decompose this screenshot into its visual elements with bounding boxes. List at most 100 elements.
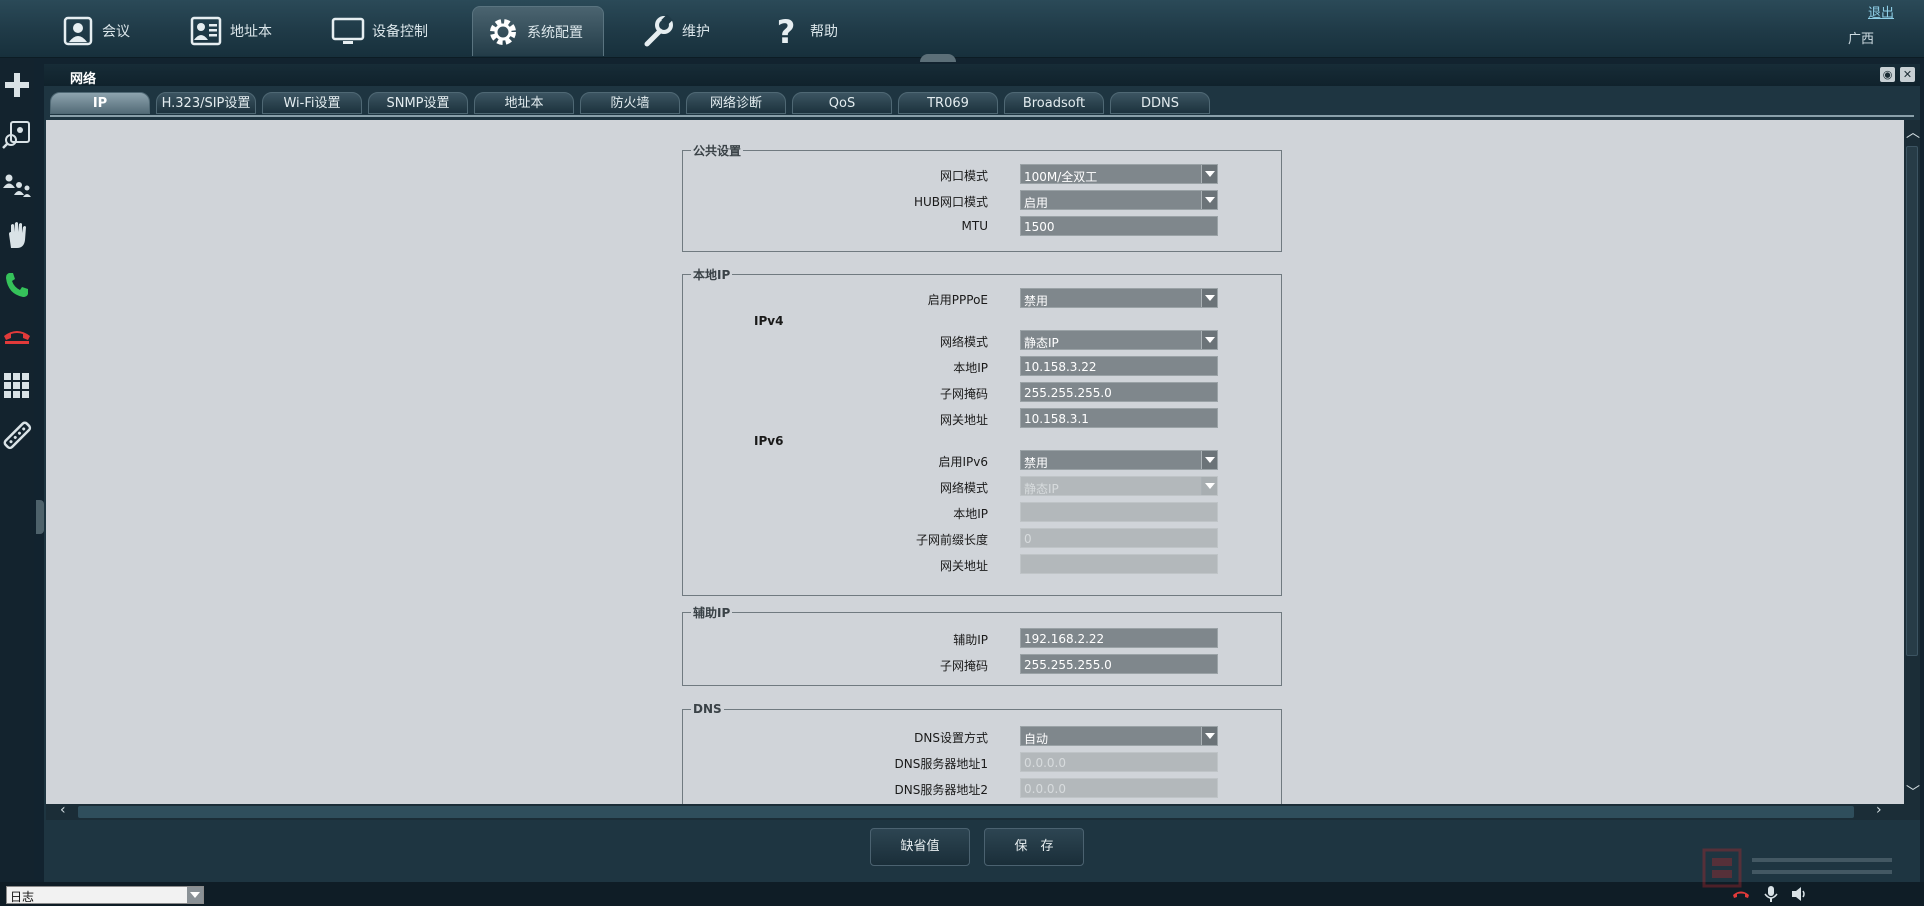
horizontal-scrollbar[interactable]: ‹ › <box>46 802 1920 820</box>
sidebar-collapse-handle[interactable] <box>36 500 44 534</box>
field-label: 子网掩码 <box>939 387 988 401</box>
field-label: 子网前缀长度 <box>915 533 988 547</box>
save-button[interactable]: 保 存 <box>984 828 1084 866</box>
scrollbar-thumb[interactable] <box>78 806 1854 818</box>
ipv4-ip-input[interactable]: 10.158.3.22 <box>1020 356 1218 376</box>
scroll-down-icon[interactable]: ﹀ <box>1906 782 1920 802</box>
sidebar-call-button[interactable] <box>2 268 32 302</box>
field-label: 辅助IP <box>953 633 988 647</box>
scroll-left-icon[interactable]: ‹ <box>60 802 66 818</box>
nav-item-address-book[interactable]: 地址本 <box>188 6 272 56</box>
ipv6-heading: IPv6 <box>754 434 784 448</box>
nav-item-system-config[interactable]: 系统配置 <box>472 6 604 56</box>
tab-address-book[interactable]: 地址本 <box>474 92 574 114</box>
group-legend: 辅助IP <box>693 606 731 620</box>
ipv6-enable-row: 启用IPv6 禁用 <box>728 450 1228 472</box>
hub-mode-select[interactable]: 启用 <box>1020 190 1218 210</box>
tab-network-diagnosis[interactable]: 网络诊断 <box>686 92 786 114</box>
monitor-icon <box>330 13 366 49</box>
status-bar: 日志 <box>0 882 1924 906</box>
group-legend: DNS <box>693 702 722 716</box>
aux-ip-input[interactable]: 192.168.2.22 <box>1020 628 1218 648</box>
ipv6-ip-input[interactable] <box>1020 502 1218 522</box>
mtu-input[interactable]: 1500 <box>1020 216 1218 236</box>
select-value: 禁用 <box>1024 456 1049 470</box>
dns-server1-input[interactable]: 0.0.0.0 <box>1020 752 1218 772</box>
nav-label: 系统配置 <box>527 24 583 41</box>
ipv6-mode-select[interactable]: 静态IP <box>1020 476 1218 496</box>
dns-mode-select[interactable]: 自动 <box>1020 726 1218 746</box>
aux-ip-row: 辅助IP 192.168.2.22 <box>728 628 1228 650</box>
tab-snmp[interactable]: SNMP设置 <box>368 92 468 114</box>
ipv6-enable-select[interactable]: 禁用 <box>1020 450 1218 470</box>
sidebar-raise-hand-button[interactable] <box>2 218 32 252</box>
chevron-down-icon <box>1201 331 1217 349</box>
tab-firewall[interactable]: 防火墙 <box>580 92 680 114</box>
nav-collapse-handle[interactable] <box>920 54 956 62</box>
panel-title: 网络 <box>44 64 1920 87</box>
port-mode-select[interactable]: 100M/全双工 <box>1020 164 1218 184</box>
tab-tr069[interactable]: TR069 <box>898 92 998 114</box>
ipv6-gateway-row: 网关地址 <box>728 554 1228 576</box>
ipv4-ip-row: 本地IP 10.158.3.22 <box>728 356 1228 378</box>
logout-link[interactable]: 退出 <box>1868 2 1894 21</box>
dns-server2-input[interactable]: 0.0.0.0 <box>1020 778 1218 798</box>
network-panel: 网络 ◉ ✕ IP H.323/SIP设置 Wi-Fi设置 SNMP设置 地址本… <box>44 64 1920 882</box>
field-label: HUB网口模式 <box>913 195 988 209</box>
ipv4-mask-input[interactable]: 255.255.255.0 <box>1020 382 1218 402</box>
gear-icon <box>485 14 521 50</box>
scroll-up-icon[interactable]: ︿ <box>1906 122 1920 142</box>
ipv4-gateway-input[interactable]: 10.158.3.1 <box>1020 408 1218 428</box>
tab-h323-sip[interactable]: H.323/SIP设置 <box>156 92 256 114</box>
nav-item-device-control[interactable]: 设备控制 <box>330 6 428 56</box>
tab-ip[interactable]: IP <box>50 92 150 114</box>
tab-wifi[interactable]: Wi-Fi设置 <box>262 92 362 114</box>
dns-mode-row: DNS设置方式 自动 <box>728 726 1228 748</box>
meeting-icon <box>60 13 96 49</box>
close-icon: ✕ <box>1902 68 1913 81</box>
chevron-down-icon <box>1201 477 1217 495</box>
ipv4-heading: IPv4 <box>754 314 784 328</box>
sidebar-group-button[interactable] <box>2 168 32 202</box>
tab-broadsoft[interactable]: Broadsoft <box>1004 92 1104 114</box>
tab-divider <box>50 115 1914 117</box>
aux-mask-input[interactable]: 255.255.255.0 <box>1020 654 1218 674</box>
phone-call-icon <box>6 273 28 297</box>
default-button[interactable]: 缺省值 <box>870 828 970 866</box>
field-label: 子网掩码 <box>939 659 988 673</box>
select-value: 禁用 <box>1024 294 1049 308</box>
top-nav: 会议 地址本 设备控制 系统配置 维护 ? 帮助 退出 广西 <box>0 0 1924 58</box>
sidebar-keypad-button[interactable] <box>2 368 32 402</box>
pppoe-select[interactable]: 禁用 <box>1020 288 1218 308</box>
pin-button[interactable]: ◉ <box>1880 67 1895 82</box>
vertical-scrollbar[interactable]: ︿ ﹀ <box>1904 120 1920 804</box>
sidebar-hangup-button[interactable] <box>2 318 32 352</box>
scroll-right-icon[interactable]: › <box>1876 802 1882 818</box>
close-button[interactable]: ✕ <box>1900 67 1915 82</box>
ipv6-gateway-input[interactable] <box>1020 554 1218 574</box>
ipv4-mode-row: 网络模式 静态IP <box>728 330 1228 352</box>
ipv6-prefix-row: 子网前缀长度 0 <box>728 528 1228 550</box>
chevron-down-icon <box>187 887 203 903</box>
field-label: 本地IP <box>953 361 988 375</box>
left-sidebar <box>0 58 34 880</box>
ipv6-prefix-input[interactable]: 0 <box>1020 528 1218 548</box>
nav-item-meeting[interactable]: 会议 <box>60 6 130 56</box>
tab-ddns[interactable]: DDNS <box>1110 92 1210 114</box>
sidebar-add-button[interactable] <box>2 68 32 102</box>
nav-item-maintenance[interactable]: 维护 <box>640 6 710 56</box>
log-select[interactable]: 日志 <box>6 886 204 904</box>
ipv4-mode-select[interactable]: 静态IP <box>1020 330 1218 350</box>
sidebar-remote-button[interactable] <box>2 418 32 452</box>
plus-icon <box>5 73 29 97</box>
nav-item-help[interactable]: ? 帮助 <box>768 6 838 56</box>
field-label: 网口模式 <box>939 169 988 183</box>
scrollbar-thumb[interactable] <box>1906 146 1918 656</box>
sidebar-search-contact-button[interactable] <box>2 118 32 152</box>
pin-icon: ◉ <box>1882 68 1893 81</box>
tab-qos[interactable]: QoS <box>792 92 892 114</box>
region-label: 广西 <box>1847 32 1874 47</box>
chevron-down-icon <box>1201 727 1217 745</box>
select-value: 静态IP <box>1024 336 1059 350</box>
port-mode-row: 网口模式 100M/全双工 <box>728 164 1228 186</box>
